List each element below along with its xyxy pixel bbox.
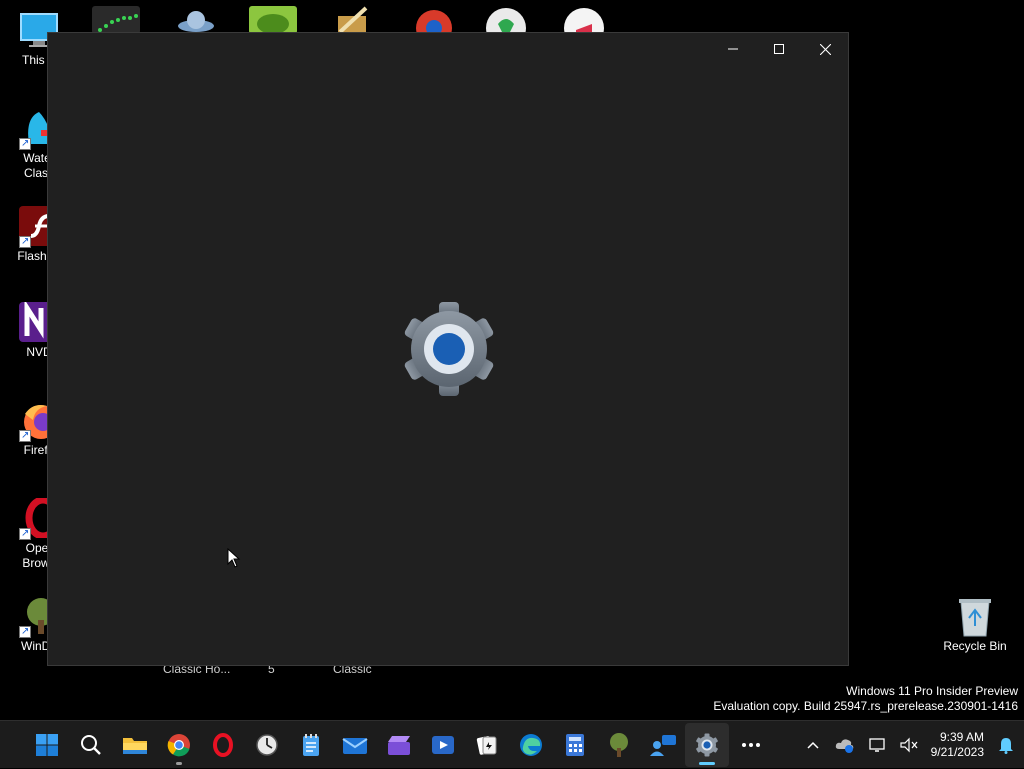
shortcut-arrow-icon [19,234,31,249]
opera-button[interactable] [201,723,245,767]
minimize-button[interactable] [710,33,756,65]
recycle-bin-icon [955,596,995,637]
bell-icon [999,738,1013,754]
clock-time: 9:39 AM [939,730,984,744]
system-tray: 9:39 AM 9/21/2023 [797,721,1024,769]
chevron-up-icon [807,741,819,749]
watermark-line-2: Evaluation copy. Build 25947.rs_prerelea… [713,699,1018,713]
window-controls [710,33,848,65]
volume-tray-button[interactable] [893,725,925,765]
show-hidden-icons-button[interactable] [797,725,829,765]
desktop-icon-top-3[interactable] [249,6,297,34]
opera-icon [213,732,233,757]
ellipsis-icon [742,742,760,747]
settings-gear-icon [399,301,499,397]
notifications-button[interactable] [992,725,1020,765]
folder-icon [123,737,147,754]
cloud-icon [835,739,853,753]
search-icon [81,734,101,755]
taskbar-apps [25,722,773,767]
desktop-icon-top-2[interactable] [172,6,220,34]
chrome-icon [167,733,190,756]
clock-icon [256,733,278,756]
taskbar: 9:39 AM 9/21/2023 [0,720,1024,768]
desktop-icon-top-4[interactable] [330,6,374,34]
quick-assist-button[interactable] [641,723,685,767]
close-icon [819,43,831,55]
maximize-button[interactable] [756,33,802,65]
settings-window[interactable] [47,32,849,666]
close-button[interactable] [802,33,848,65]
edge-icon [520,733,542,756]
watermark-line-1: Windows 11 Pro Insider Preview [846,684,1018,698]
desktop-icon-top-1[interactable] [92,6,140,34]
desktop-icon-top-7[interactable] [562,6,606,48]
mouse-cursor-icon [227,548,241,568]
solitaire-button[interactable] [465,723,509,767]
running-indicator [176,761,182,765]
file-explorer-button[interactable] [113,723,157,767]
calculator-button[interactable] [553,723,597,767]
edge-button[interactable] [509,723,553,767]
gear-icon [696,733,718,756]
media-player-button[interactable] [421,723,465,767]
active-indicator [699,761,715,765]
start-button[interactable] [25,723,69,767]
desktop-icon-top-6[interactable] [484,6,528,48]
media-player-icon [432,735,454,754]
clapper-icon [388,735,410,755]
onedrive-tray-button[interactable] [829,725,861,765]
quick-assist-icon [650,734,676,756]
notepad-icon [303,733,319,756]
shortcut-arrow-icon [19,624,31,639]
network-icon [868,738,885,752]
search-button[interactable] [69,723,113,767]
mail-icon [342,737,368,754]
notepad-button[interactable] [289,723,333,767]
shortcut-arrow-icon [19,526,31,541]
windows-logo-icon [36,733,58,756]
calculator-icon [566,733,584,756]
taskbar-clock[interactable]: 9:39 AM 9/21/2023 [925,730,992,760]
desktop: This P Water Class Flash Pl NVD Firefo [0,0,1024,720]
settings-button[interactable] [685,722,729,767]
evaluation-watermark: Windows 11 Pro Insider Preview Evaluatio… [713,684,1018,714]
desktop-icon-top-5[interactable] [412,6,456,46]
shortcut-arrow-icon [19,136,31,151]
cards-icon [476,735,497,755]
chrome-button[interactable] [157,723,201,767]
clock-date: 9/21/2023 [930,745,984,759]
mail-button[interactable] [333,723,377,767]
shortcut-arrow-icon [19,428,31,443]
network-tray-button[interactable] [861,725,893,765]
more-apps-button[interactable] [729,723,773,767]
tree-icon [610,732,628,757]
desktop-icon-recycle-bin[interactable]: Recycle Bin [936,596,1014,654]
minimize-icon [728,48,738,50]
desktop-icon-label: Recycle Bin [943,639,1007,653]
clock-app-button[interactable] [245,723,289,767]
maximize-icon [774,44,784,54]
windirstat-button[interactable] [597,723,641,767]
clipchamp-button[interactable] [377,723,421,767]
speaker-muted-icon [900,737,918,753]
